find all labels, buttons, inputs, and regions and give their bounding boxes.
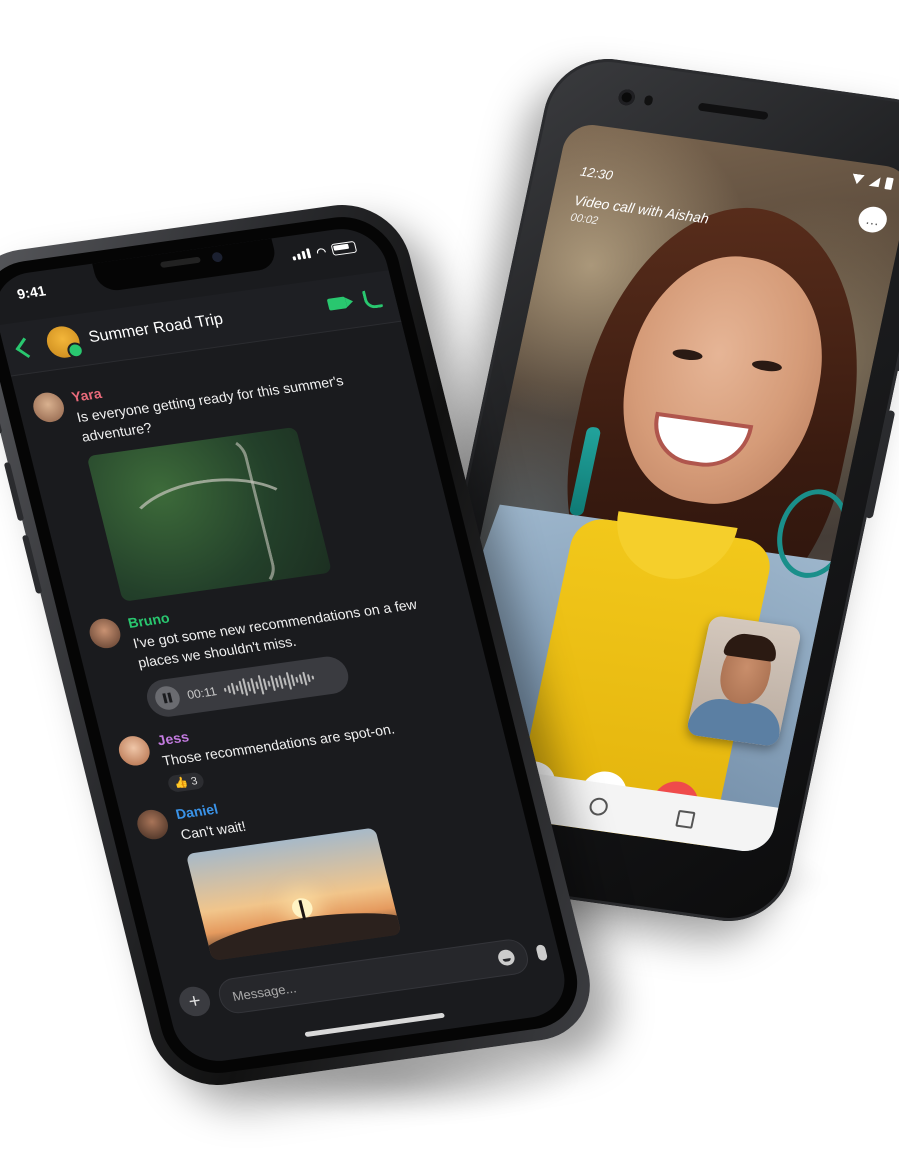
message-daniel[interactable]: Daniel Can't wait! xyxy=(134,761,535,966)
front-camera xyxy=(617,88,637,107)
signal-icon xyxy=(291,248,312,261)
microphone-icon[interactable] xyxy=(535,944,549,962)
signal-icon xyxy=(868,175,881,188)
sunset-photo[interactable] xyxy=(185,827,402,961)
voice-duration: 00:11 xyxy=(185,684,219,702)
sensor xyxy=(643,94,654,106)
add-attachment-button[interactable]: + xyxy=(176,984,214,1019)
avatar-yara[interactable] xyxy=(30,390,68,425)
wifi-icon xyxy=(851,173,865,184)
nav-home-icon[interactable] xyxy=(587,796,609,817)
message-list: Yara Is everyone getting ready for this … xyxy=(13,328,552,979)
battery-icon xyxy=(330,240,358,256)
phone-call-icon[interactable] xyxy=(361,288,384,309)
nav-recents-icon[interactable] xyxy=(674,809,696,829)
avatar-daniel[interactable] xyxy=(134,807,172,842)
battery-icon xyxy=(884,177,894,190)
pause-icon[interactable] xyxy=(152,684,183,712)
message-yara[interactable]: Yara Is everyone getting ready for this … xyxy=(30,344,445,607)
emoji-icon[interactable] xyxy=(496,948,517,967)
road-photo[interactable] xyxy=(86,426,332,602)
status-icons: ◠ xyxy=(291,240,358,262)
avatar-jess[interactable] xyxy=(115,734,153,768)
chat-title[interactable]: Summer Road Trip xyxy=(87,296,330,347)
wifi-icon: ◠ xyxy=(315,245,328,259)
avatar-bruno[interactable] xyxy=(86,616,124,651)
earpiece-speaker xyxy=(697,102,769,121)
status-time: 9:41 xyxy=(15,282,48,303)
thumbs-up-reaction[interactable]: 👍 3 xyxy=(166,771,206,793)
waveform xyxy=(222,664,342,700)
right-eye xyxy=(751,358,783,373)
video-call-icon[interactable] xyxy=(326,296,348,311)
message-placeholder: Message... xyxy=(230,979,298,1004)
group-avatar[interactable] xyxy=(43,324,84,360)
left-eye xyxy=(671,347,704,362)
back-chevron-icon[interactable] xyxy=(15,336,37,358)
